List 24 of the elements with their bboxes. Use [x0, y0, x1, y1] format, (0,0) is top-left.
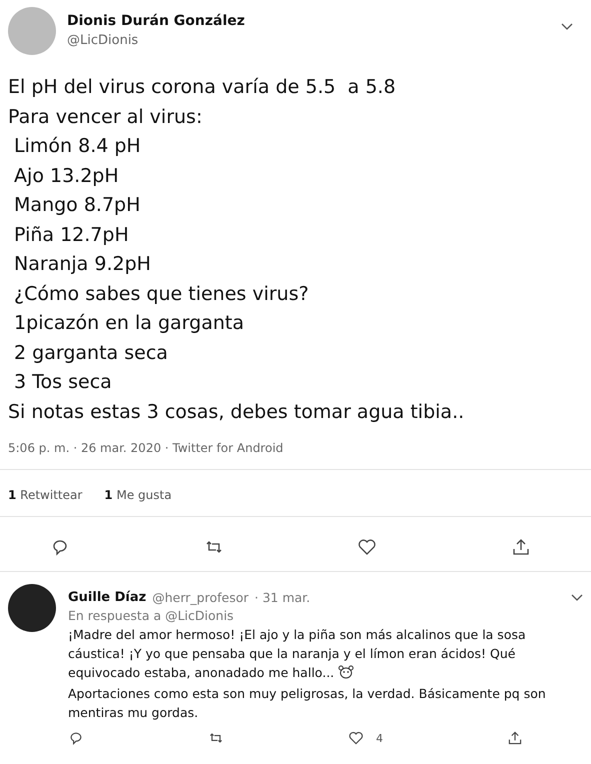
tweet-text-line: Naranja 9.2pH	[13, 252, 152, 277]
stat-link[interactable]: 1 Retwittear	[8, 488, 82, 502]
in-reply-to-text: En respuesta a @LicDionis	[68, 608, 235, 623]
user-name[interactable]: Dionis Durán González	[67, 13, 245, 29]
stat-link[interactable]: 1 Me gusta	[104, 488, 172, 502]
user-name[interactable]: Guille Díaz	[68, 590, 146, 605]
tweet-timestamp: 5:06 p. m. · 26 mar. 2020 · Twitter for Android	[7, 440, 284, 455]
user-handle[interactable]: @herr_profesor	[152, 590, 248, 605]
like-count: 4	[376, 732, 383, 744]
tweet-text-line: Si notas estas 3 cosas, debes tomar agua tibia..	[8, 400, 466, 424]
reply-date: · 31 mar.	[254, 590, 310, 605]
tweet-text-line: Ajo 13.2pH	[13, 164, 120, 188]
tweet-text-line: 1picazón en la garganta	[13, 311, 245, 336]
reply-text: ¡Madre del amor hermoso! ¡El ajo y la piña son más alcalinos que la sosa cáustica! ¡Y yo que pensaba que la naranja y el límon eran ácidos! Qué equivocado estaba, anonadado me hallo...	[68, 626, 527, 682]
tweet-text-line: Mango 8.7pH	[13, 193, 142, 218]
tweet-text-line: El pH del virus corona varía de 5.5 a 5.8	[8, 75, 397, 100]
tweet-text-line: 3 Tos seca	[13, 370, 113, 395]
tweet-text-line: Para vencer al virus:	[8, 104, 204, 130]
tweet-text-line: ¿Cómo sabes que tienes virus?	[13, 282, 310, 306]
tweet-text-line: Piña 12.7pH	[13, 222, 130, 248]
reply-text: Aportaciones como esta son muy peligrosas, la verdad. Básicamente pq son mentiras mu gordas.	[68, 685, 547, 722]
tweet-text-line: 2 garganta seca	[13, 340, 169, 366]
tweet-text-line: Limón 8.4 pH	[13, 134, 142, 159]
user-handle[interactable]: @LicDionis	[67, 33, 245, 48]
